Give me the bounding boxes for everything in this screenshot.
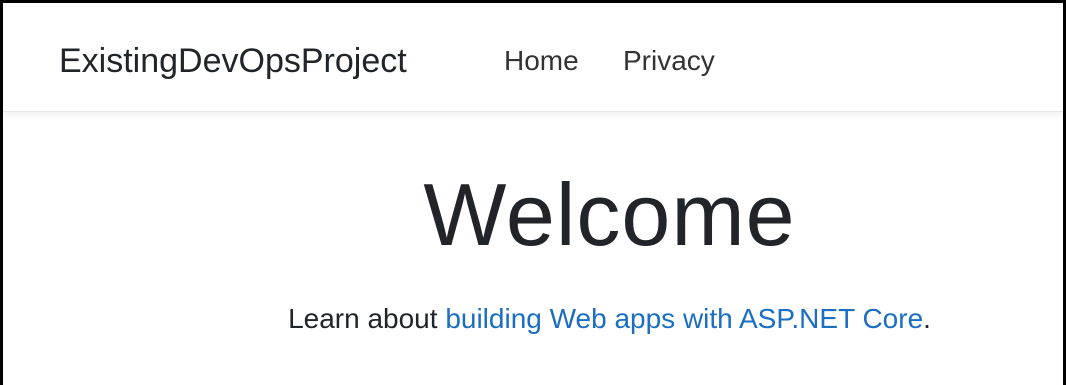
nav-link-privacy[interactable]: Privacy: [623, 41, 715, 81]
learn-about-text: Learn about building Web apps with ASP.N…: [3, 301, 1066, 337]
browser-viewport: ExistingDevOpsProject Home Privacy Welco…: [0, 0, 1066, 385]
page-title: Welcome: [423, 165, 796, 264]
aspnet-core-docs-link[interactable]: building Web apps with ASP.NET Core: [445, 303, 923, 334]
main-content: Welcome Learn about building Web apps wi…: [3, 111, 1063, 385]
navbar-brand[interactable]: ExistingDevOpsProject: [59, 39, 407, 83]
nav-link-home[interactable]: Home: [504, 41, 579, 81]
navbar: ExistingDevOpsProject Home Privacy: [3, 3, 1063, 112]
learn-about-prefix: Learn about: [288, 303, 446, 334]
learn-about-suffix: .: [923, 303, 931, 334]
